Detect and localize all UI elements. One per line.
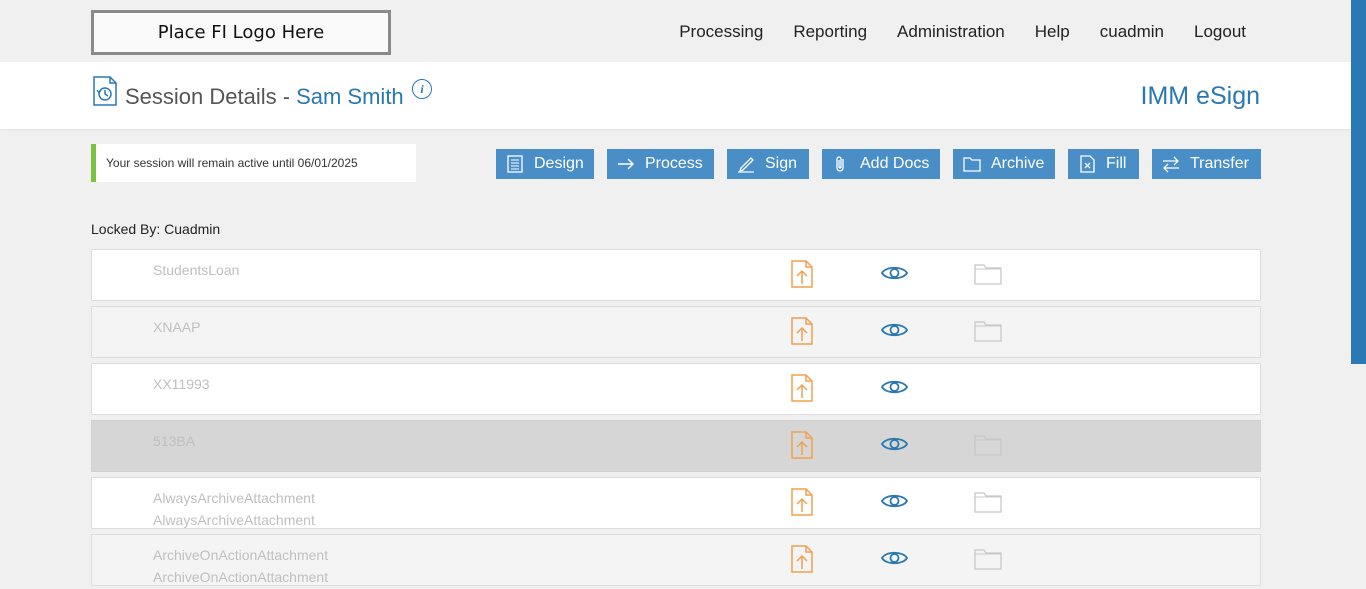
fill-button[interactable]: Fill — [1068, 149, 1139, 179]
view-eye-icon[interactable] — [881, 549, 908, 567]
archive-folder-icon[interactable] — [974, 320, 1002, 342]
design-icon — [507, 155, 523, 173]
add-docs-label: Add Docs — [860, 155, 930, 172]
fill-label: Fill — [1106, 155, 1127, 172]
locked-by-label: Locked By: Cuadmin — [91, 221, 221, 237]
document-name-primary: XNAAP — [153, 319, 201, 335]
transfer-icon — [1163, 156, 1179, 173]
document-name-secondary: ArchiveOnActionAttachment — [153, 569, 329, 585]
nav-processing[interactable]: Processing — [679, 22, 763, 42]
nav-help[interactable]: Help — [1035, 22, 1070, 42]
fill-doc-icon — [1080, 155, 1095, 173]
upload-icon[interactable] — [791, 317, 813, 345]
sign-label: Sign — [765, 155, 798, 172]
archive-folder-icon[interactable] — [974, 491, 1002, 513]
brand-name: IMM eSign — [1140, 82, 1260, 110]
customer-name: Sam Smith — [296, 84, 404, 109]
document-name: ArchiveOnActionAttachment ArchiveOnAction… — [153, 544, 328, 588]
process-label: Process — [645, 155, 703, 172]
session-notice: Your session will remain active until 06… — [91, 144, 416, 182]
archive-folder-icon[interactable] — [974, 434, 1002, 456]
main-nav: Processing Reporting Administration Help… — [679, 22, 1246, 42]
folder-icon — [963, 157, 981, 172]
document-name: XNAAP — [153, 316, 200, 338]
page-title: Session Details - Sam Smith — [125, 84, 404, 110]
document-row[interactable]: XX11993 — [91, 363, 1261, 415]
transfer-button[interactable]: Transfer — [1152, 149, 1261, 179]
document-name-secondary: AlwaysArchiveAttachment — [153, 512, 315, 528]
upload-icon[interactable] — [791, 260, 813, 288]
view-eye-icon[interactable] — [881, 435, 908, 453]
nav-user[interactable]: cuadmin — [1100, 22, 1164, 42]
view-eye-icon[interactable] — [881, 492, 908, 510]
nav-administration[interactable]: Administration — [897, 22, 1005, 42]
document-row[interactable]: ArchiveOnActionAttachment ArchiveOnAction… — [91, 534, 1261, 586]
archive-button[interactable]: Archive — [953, 149, 1055, 179]
document-name-primary: AlwaysArchiveAttachment — [153, 490, 315, 506]
archive-label: Archive — [991, 155, 1045, 172]
process-button[interactable]: Process — [607, 149, 714, 179]
page-title-label: Session Details - — [125, 84, 291, 109]
nav-reporting[interactable]: Reporting — [793, 22, 867, 42]
paperclip-icon — [836, 156, 844, 172]
view-eye-icon[interactable] — [881, 321, 908, 339]
document-row[interactable]: StudentsLoan — [91, 249, 1261, 301]
document-row[interactable]: AlwaysArchiveAttachment AlwaysArchiveAtta… — [91, 477, 1261, 529]
logo-placeholder: Place FI Logo Here — [91, 10, 391, 55]
document-name-primary: XX11993 — [153, 376, 210, 392]
archive-folder-icon[interactable] — [974, 263, 1002, 285]
add-docs-button[interactable]: Add Docs — [822, 149, 940, 179]
view-eye-icon[interactable] — [881, 264, 908, 282]
sign-button[interactable]: Sign — [727, 149, 809, 179]
top-bar: Place FI Logo Here Processing Reporting … — [0, 0, 1366, 62]
upload-icon[interactable] — [791, 374, 813, 402]
document-name: StudentsLoan — [153, 259, 239, 281]
document-row[interactable]: XNAAP — [91, 306, 1261, 358]
document-row[interactable]: 513BA — [91, 420, 1261, 472]
info-icon[interactable]: i — [412, 79, 432, 99]
document-name-primary: StudentsLoan — [153, 262, 240, 278]
document-name: AlwaysArchiveAttachment AlwaysArchiveAtta… — [153, 487, 315, 531]
session-history-icon — [93, 76, 117, 106]
scrollbar-thumb[interactable] — [1351, 0, 1366, 364]
pen-icon — [738, 157, 754, 173]
view-eye-icon[interactable] — [881, 378, 908, 396]
upload-icon[interactable] — [791, 488, 813, 516]
arrow-right-icon — [618, 158, 634, 170]
transfer-label: Transfer — [1190, 155, 1249, 172]
nav-logout[interactable]: Logout — [1194, 22, 1246, 42]
design-label: Design — [534, 155, 584, 172]
document-name: 513BA — [153, 430, 195, 452]
document-name-primary: ArchiveOnActionAttachment — [153, 547, 329, 563]
upload-icon[interactable] — [791, 545, 813, 573]
document-name-primary: 513BA — [153, 433, 196, 449]
action-toolbar: Design Process Sign Add Docs Archive Fil… — [496, 149, 1261, 179]
archive-folder-icon[interactable] — [974, 548, 1002, 570]
document-name: XX11993 — [153, 373, 210, 395]
upload-icon[interactable] — [791, 431, 813, 459]
design-button[interactable]: Design — [496, 149, 594, 179]
